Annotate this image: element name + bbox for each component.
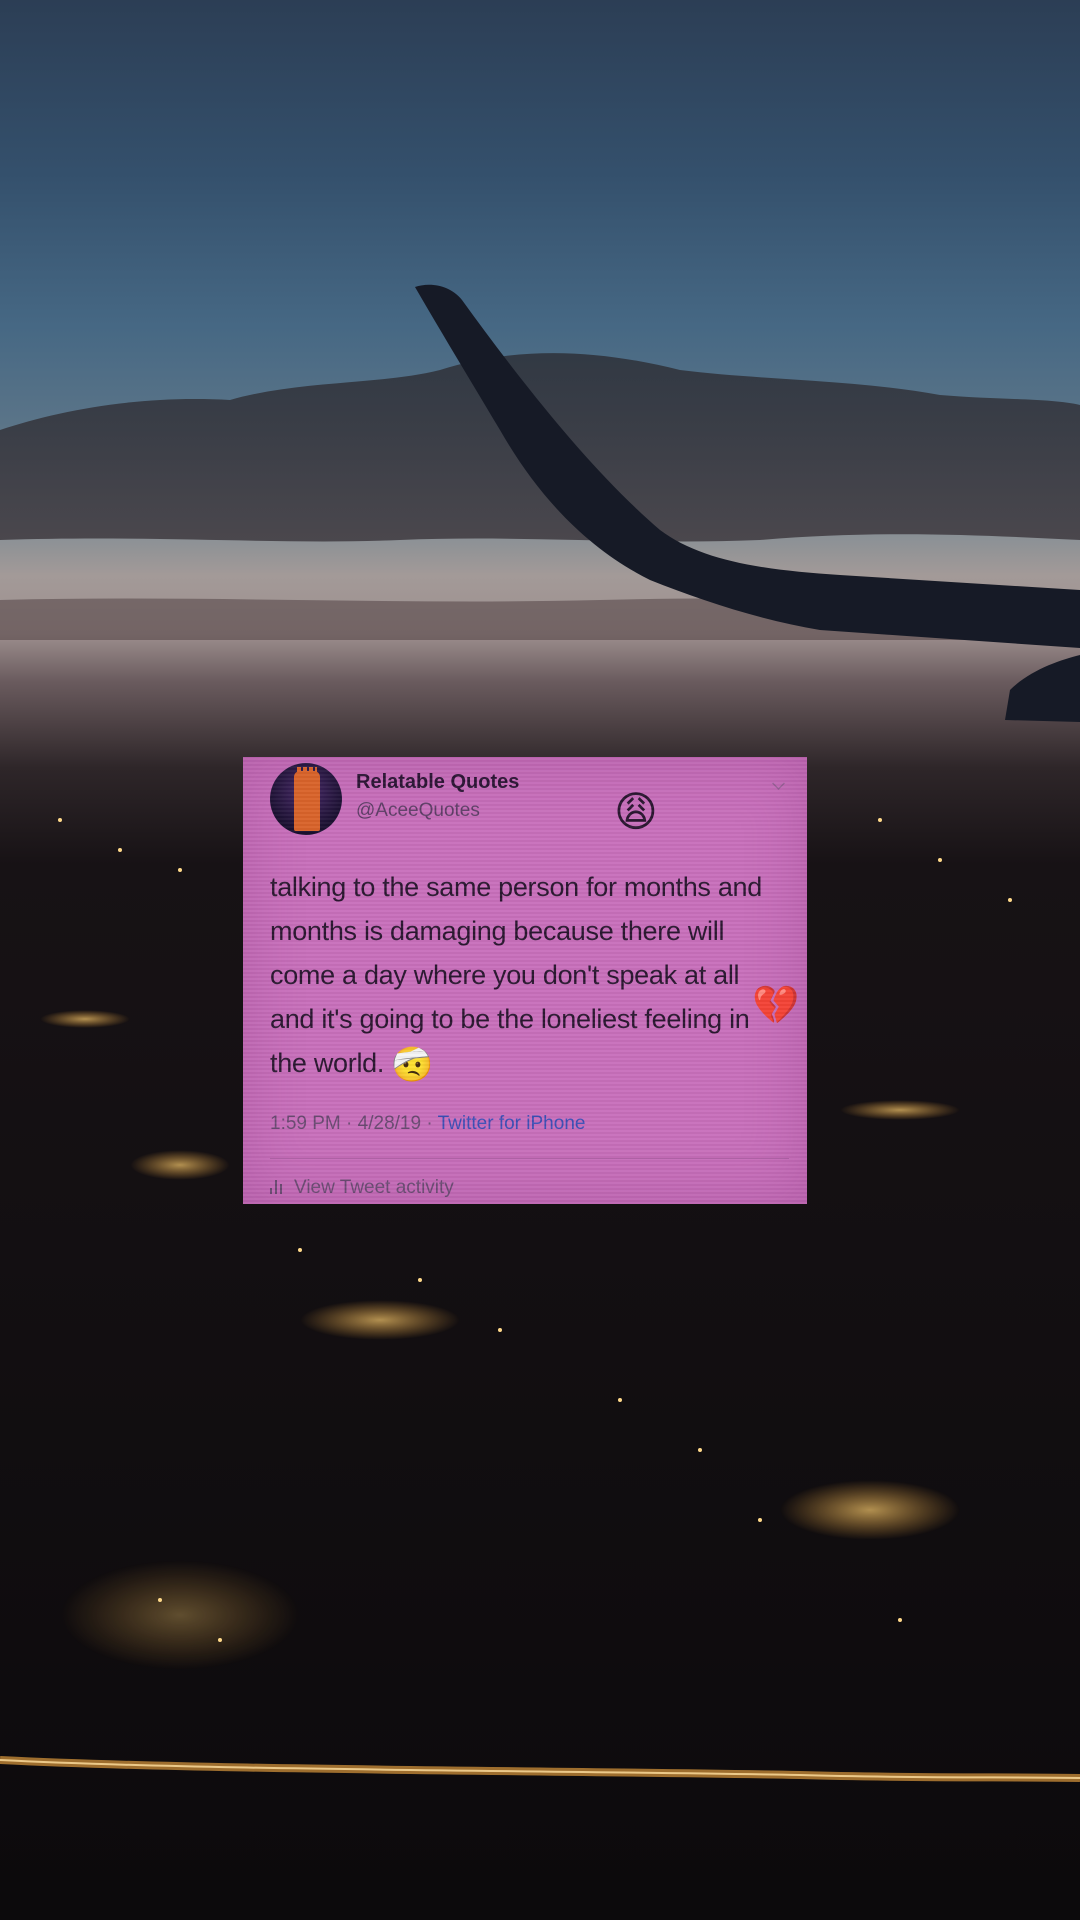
tweet-text-body: talking to the same person for months an… — [270, 872, 762, 1078]
user-handle[interactable]: @AceeQuotes — [356, 800, 480, 822]
view-tweet-activity-link[interactable]: View Tweet activity — [270, 1177, 454, 1199]
divider — [270, 1158, 789, 1159]
tweet-source-link[interactable]: Twitter for iPhone — [438, 1113, 586, 1134]
face-with-bandage-emoji: 🤕 — [391, 1046, 434, 1084]
broken-heart-emoji: 💔 — [752, 985, 800, 1027]
tweet-card[interactable]: Relatable Quotes @AceeQuotes 😩 talking t… — [243, 757, 807, 1204]
weary-face-emoji: 😩 — [614, 788, 658, 835]
tweet-meta: 1:59 PM · 4/28/19 · Twitter for iPhone — [270, 1113, 586, 1134]
tweet-time: 1:59 PM — [270, 1113, 341, 1134]
tweet-text: talking to the same person for months an… — [270, 865, 790, 1087]
avatar[interactable] — [270, 763, 342, 835]
activity-label: View Tweet activity — [294, 1177, 454, 1198]
display-name[interactable]: Relatable Quotes — [356, 771, 519, 794]
chevron-down-icon[interactable] — [772, 777, 785, 790]
bar-chart-icon — [270, 1180, 284, 1194]
tweet-date: 4/28/19 — [357, 1113, 422, 1134]
